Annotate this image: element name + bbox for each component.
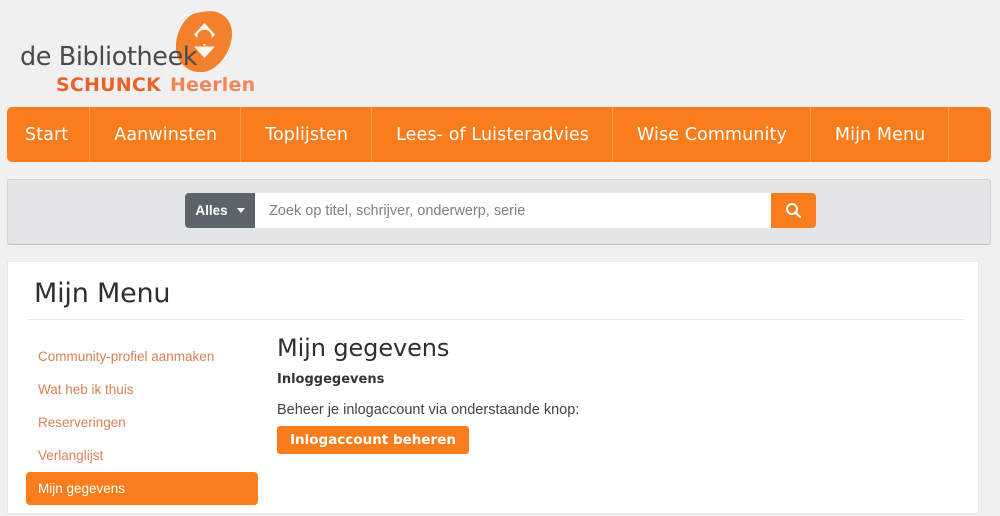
section-heading-inloggegevens: Inloggegevens (277, 372, 385, 387)
nav-item-toplijsten[interactable]: Toplijsten (241, 107, 372, 162)
nav-item-lees-of-luisteradvies[interactable]: Lees- of Luisteradvies (372, 107, 613, 162)
search-icon (786, 203, 802, 219)
search-input[interactable] (255, 193, 771, 228)
manage-login-account-button[interactable]: Inlogaccount beheren (277, 426, 469, 454)
search-bar: Alles (185, 193, 816, 228)
nav-item-aanwinsten[interactable]: Aanwinsten (90, 107, 241, 162)
nav-empty-space (949, 107, 991, 162)
sidebar-item-wat-heb-ik-thuis[interactable]: Wat heb ik thuis (26, 373, 258, 406)
nav-item-mijn-menu[interactable]: Mijn Menu (811, 107, 949, 162)
pane-heading: Mijn gegevens (277, 334, 450, 362)
search-submit-button[interactable] (771, 193, 816, 228)
chevron-down-icon (236, 208, 245, 213)
main-pane: Mijn gegevens Inloggegevens Beheer je in… (277, 334, 958, 454)
logo-wordmark: de Bibliotheek (20, 42, 198, 72)
logo-org: SCHUNCK (56, 74, 161, 96)
logo-place: Heerlen (169, 74, 256, 96)
my-menu-sidebar: Community-profiel aanmaken Wat heb ik th… (26, 340, 258, 505)
sidebar-item-community-profiel[interactable]: Community-profiel aanmaken (26, 340, 258, 373)
content-card: Mijn Menu Community-profiel aanmaken Wat… (7, 261, 979, 514)
main-navigation: Start Aanwinsten Toplijsten Lees- of Lui… (7, 107, 991, 162)
logo-subline: SCHUNCK Heerlen (56, 74, 255, 96)
site-logo[interactable]: de Bibliotheek SCHUNCK Heerlen (20, 8, 255, 100)
sidebar-item-verlanglijst[interactable]: Verlanglijst (26, 439, 258, 472)
nav-item-start[interactable]: Start (7, 107, 90, 162)
title-divider (27, 319, 965, 320)
section-description: Beheer je inlogaccount via onderstaande … (277, 402, 580, 418)
search-scope-dropdown[interactable]: Alles (185, 193, 255, 228)
sidebar-item-reserveringen[interactable]: Reserveringen (26, 406, 258, 439)
nav-item-wise-community[interactable]: Wise Community (613, 107, 811, 162)
sidebar-item-mijn-gegevens[interactable]: Mijn gegevens (26, 472, 258, 505)
search-panel: Alles (7, 179, 991, 245)
page-title: Mijn Menu (34, 278, 171, 309)
search-scope-label: Alles (195, 203, 228, 218)
site-header: de Bibliotheek SCHUNCK Heerlen (0, 0, 1000, 105)
